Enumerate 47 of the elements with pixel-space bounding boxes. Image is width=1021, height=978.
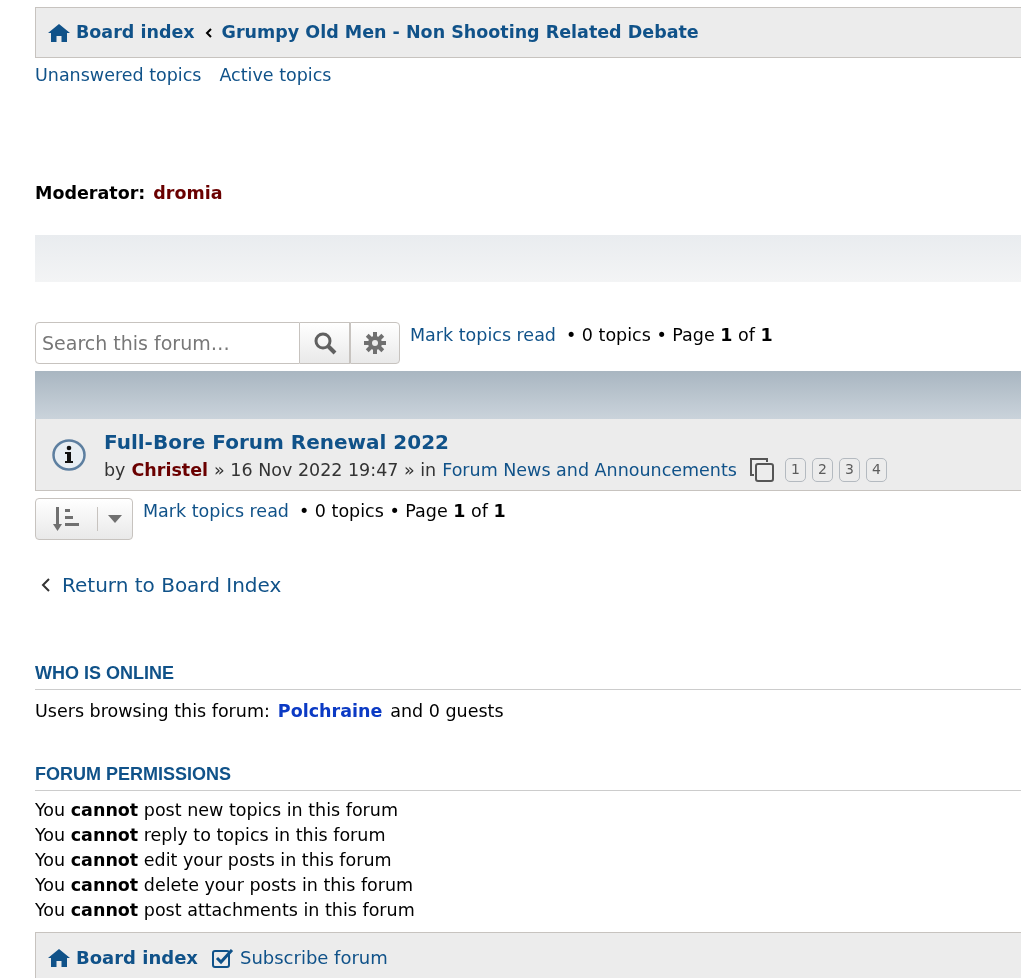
home-icon xyxy=(48,23,70,42)
section-heading: WHO IS ONLINE xyxy=(35,660,1021,691)
sort-options-button[interactable] xyxy=(35,498,133,541)
settings-icon xyxy=(364,332,386,355)
page-link[interactable]: 1 xyxy=(784,457,806,482)
chevron-left-icon xyxy=(204,27,212,38)
info-icon xyxy=(52,438,86,471)
caret-icon xyxy=(108,515,122,524)
checkbox-icon xyxy=(211,947,234,968)
quick-link[interactable]: Active topics xyxy=(219,63,332,87)
breadcrumb-link[interactable]: Board index xyxy=(48,19,195,46)
pages-icon xyxy=(748,456,775,483)
quick-link[interactable]: Unanswered topics xyxy=(35,63,202,87)
home-icon xyxy=(48,948,70,967)
moderator-label: Moderator: xyxy=(35,182,146,205)
section-heading: FORUM PERMISSIONS xyxy=(35,760,1021,791)
user-link[interactable]: Polchraine xyxy=(277,698,383,725)
online-text: and 0 guests xyxy=(390,700,504,724)
topic-title-link[interactable]: Full-Bore Forum Renewal 2022 xyxy=(104,426,449,457)
online-text: Users browsing this forum: xyxy=(35,700,270,724)
pagination-text: • 0 topics • Page 1 of 1 xyxy=(565,324,773,348)
moderator-link[interactable]: dromia xyxy=(153,180,223,207)
sort-icon xyxy=(52,506,81,533)
mark-read-link[interactable]: Mark topics read xyxy=(143,498,289,525)
search-button[interactable] xyxy=(300,322,350,365)
search-icon xyxy=(312,331,337,356)
breadcrumb-link[interactable]: Grumpy Old Men - Non Shooting Related Debate xyxy=(221,19,699,46)
permission-text: You cannot reply to topics in this forum xyxy=(35,823,386,847)
page-link[interactable]: 2 xyxy=(811,457,833,482)
author-link[interactable]: Christel xyxy=(131,456,209,483)
mark-read-link[interactable]: Mark topics read xyxy=(410,322,556,349)
page-link[interactable]: 3 xyxy=(838,457,860,482)
permission-text: You cannot post attachments in this forum xyxy=(35,898,415,922)
pagination-text: • 0 topics • Page 1 of 1 xyxy=(298,500,506,524)
permission-text: You cannot post new topics in this forum xyxy=(35,798,398,822)
permission-text: You cannot delete your posts in this forum xyxy=(35,873,414,897)
byline-text: by xyxy=(104,458,126,482)
forum-link[interactable]: Forum News and Announcements xyxy=(442,456,737,483)
page-link[interactable]: 4 xyxy=(865,457,887,482)
return-link[interactable]: Return to Board Index xyxy=(35,570,282,601)
post-date: » 16 Nov 2022 19:47 » in xyxy=(214,458,437,482)
footer-link[interactable]: Subscribe forum xyxy=(211,944,388,971)
footer-link[interactable]: Board index xyxy=(48,944,198,971)
permission-text: You cannot edit your posts in this forum xyxy=(35,848,392,872)
search-field[interactable]: Search this forum… xyxy=(35,322,300,365)
settings-button[interactable] xyxy=(350,322,400,365)
chevron-left-icon xyxy=(41,578,50,593)
